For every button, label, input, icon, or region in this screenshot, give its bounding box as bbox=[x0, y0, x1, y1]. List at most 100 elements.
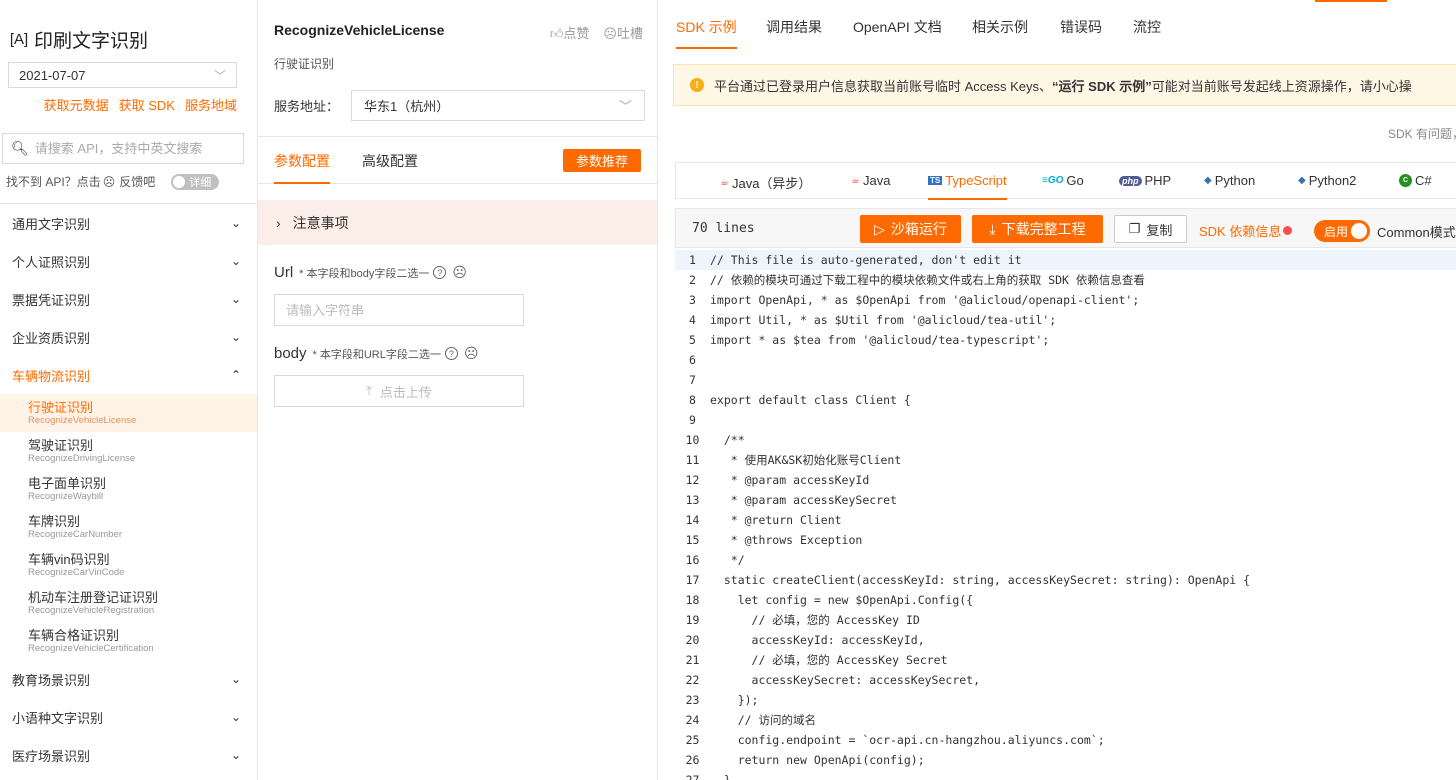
nav-item-recognize-car-number[interactable]: 车牌识别 RecognizeCarNumber bbox=[0, 508, 257, 546]
service-region-link[interactable]: 服务地域 bbox=[185, 95, 237, 114]
nav-category[interactable]: 企业资质识别 ⌄ bbox=[0, 318, 257, 356]
sdk-deps-link[interactable]: SDK 依赖信息 bbox=[1199, 221, 1293, 240]
nav-category[interactable]: 个人证照识别 ⌄ bbox=[0, 242, 257, 280]
copy-button[interactable]: ❐ 复制 bbox=[1114, 215, 1187, 243]
upload-label: 点击上传 bbox=[379, 384, 432, 400]
tab-call-result[interactable]: 调用结果 bbox=[766, 17, 822, 37]
line-number: 8 bbox=[689, 393, 696, 407]
line-number: 11 bbox=[685, 453, 700, 467]
lang-tab-go[interactable]: ≡GO Go bbox=[1042, 173, 1084, 188]
lang-tab-typescript[interactable]: TS TypeScript bbox=[928, 173, 1007, 200]
code-line: 7 bbox=[675, 370, 1456, 390]
lang-tab-php[interactable]: php PHP bbox=[1119, 173, 1171, 188]
nav-category-open[interactable]: 车辆物流识别 ⌃ bbox=[0, 356, 257, 394]
code-line: 4 import Util, * as $Util from '@alicloud… bbox=[675, 310, 1456, 330]
nav-item-api-name: RecognizeVehicleRegistration bbox=[28, 605, 155, 616]
lang-tab-csharp[interactable]: C C# bbox=[1399, 173, 1432, 188]
code-line: 13 * @param accessKeySecret bbox=[675, 490, 1456, 510]
version-date-select[interactable]: 2021-07-07 ﹀ bbox=[8, 62, 237, 88]
sdk-warning-banner: ! 平台通过已登录用户信息获取当前账号临时 Access Keys、 “运行 SD… bbox=[673, 64, 1456, 106]
param-body-upload-button[interactable]: ⤒ 点击上传 bbox=[274, 375, 524, 407]
tab-error-codes[interactable]: 错误码 bbox=[1060, 17, 1102, 37]
code-line: 27 } bbox=[675, 770, 1456, 780]
api-search-box[interactable]: 🔍︎ bbox=[2, 133, 244, 164]
nav-category-label: 医疗场景识别 bbox=[12, 748, 91, 764]
frown-icon[interactable]: ☹ bbox=[464, 345, 479, 362]
code-text: } bbox=[710, 773, 731, 780]
sidebar-header: [A] 印刷文字识别 2021-07-07 ﹀ 获取元数据 获取 SDK 服务地… bbox=[0, 0, 257, 122]
chevron-down-icon: ⌄ bbox=[230, 254, 241, 268]
sandbox-run-button[interactable]: ▷ 沙箱运行 bbox=[860, 215, 961, 243]
api-search-input[interactable] bbox=[34, 141, 225, 156]
detail-toggle[interactable]: 详细 bbox=[171, 173, 220, 190]
nav-item-recognize-vehicle-license[interactable]: 行驶证识别 RecognizeVehicleLicense bbox=[0, 394, 257, 432]
lang-tab-python2[interactable]: ◆ Python2 bbox=[1298, 173, 1356, 188]
line-number: 24 bbox=[685, 713, 700, 727]
tab-related-examples[interactable]: 相关示例 bbox=[972, 17, 1028, 37]
nav-item-recognize-car-vin-code[interactable]: 车辆vin码识别 RecognizeCarVinCode bbox=[0, 546, 257, 584]
tab-flow-control[interactable]: 流控 bbox=[1133, 17, 1161, 37]
line-number: 18 bbox=[685, 593, 700, 607]
copy-icon: ❐ bbox=[1128, 221, 1141, 236]
code-line: 25 config.endpoint = `ocr-api.cn-hangzho… bbox=[675, 730, 1456, 750]
get-sdk-link[interactable]: 获取 SDK bbox=[119, 95, 175, 114]
code-text: * @return Client bbox=[710, 513, 842, 527]
typescript-icon: TS bbox=[928, 176, 943, 185]
code-text: import OpenApi, * as $OpenApi from '@ali… bbox=[710, 293, 1140, 307]
chevron-down-icon: ⌄ bbox=[230, 216, 241, 230]
line-number: 2 bbox=[689, 273, 696, 287]
get-metadata-link[interactable]: 获取元数据 bbox=[44, 95, 109, 114]
feedback-link[interactable]: 反馈吧 bbox=[119, 173, 155, 190]
tab-openapi-doc[interactable]: OpenAPI 文档 bbox=[853, 17, 942, 37]
service-address-select[interactable]: 华东1（杭州） ﹀ bbox=[351, 90, 646, 121]
param-body-label-row: body * 本字段和URL字段二选一 ? ☹ bbox=[274, 345, 478, 362]
nav-category[interactable]: 医疗场景识别 ⌄ bbox=[0, 736, 257, 774]
code-line: 3 import OpenApi, * as $OpenApi from '@al… bbox=[675, 290, 1456, 310]
notice-collapse[interactable]: › 注意事项 bbox=[258, 200, 657, 245]
param-url-label-row: Url * 本字段和body字段二选一 ? ☹ bbox=[274, 264, 467, 281]
nav-category-label: 票据凭证识别 bbox=[12, 292, 91, 308]
nav-category[interactable]: 小语种文字识别 ⌄ bbox=[0, 698, 257, 736]
lang-tab-java-async[interactable]: ☕︎ Java（异步） bbox=[720, 173, 811, 192]
go-icon: ≡GO bbox=[1042, 175, 1064, 186]
tab-sdk-example[interactable]: SDK 示例 bbox=[676, 17, 737, 49]
tab-param-config[interactable]: 参数配置 bbox=[274, 151, 330, 184]
param-recommend-button[interactable]: 参数推荐 bbox=[563, 149, 641, 172]
code-text: // 访问的域名 bbox=[710, 713, 816, 727]
nav-item-recognize-driving-license[interactable]: 驾驶证识别 RecognizeDrivingLicense bbox=[0, 432, 257, 470]
lang-tab-java[interactable]: ☕︎ Java bbox=[851, 173, 890, 188]
sdk-question-link[interactable]: SDK 有问题， bbox=[1388, 125, 1456, 142]
help-icon[interactable]: ? bbox=[444, 347, 458, 360]
code-line: 11 * 使用AK&SK初始化账号Client bbox=[675, 450, 1456, 470]
lang-label: PHP bbox=[1144, 173, 1172, 188]
frown-icon[interactable]: ☹ bbox=[452, 264, 467, 281]
like-button[interactable]: 👍︎点赞 bbox=[550, 23, 590, 42]
nav-item-recognize-waybill[interactable]: 电子面单识别 RecognizeWaybill bbox=[0, 470, 257, 508]
feedback-hint: 找不到 API？点击 ☹ 反馈吧 详细 bbox=[6, 173, 220, 190]
nav-category[interactable]: 教育场景识别 ⌄ bbox=[0, 660, 257, 698]
code-editor[interactable]: 1 // This file is auto-generated, don't e… bbox=[675, 250, 1456, 780]
line-number: 23 bbox=[685, 693, 700, 707]
param-url-input[interactable] bbox=[274, 294, 524, 326]
nav-category[interactable]: 通用文字识别 ⌄ bbox=[0, 204, 257, 242]
common-mode-toggle[interactable]: 启用 bbox=[1314, 220, 1370, 242]
lang-label: Java bbox=[862, 173, 891, 188]
code-line: 18 let config = new $OpenApi.Config({ bbox=[675, 590, 1456, 610]
code-text: export default class Client { bbox=[710, 393, 911, 407]
lang-label: Python2 bbox=[1308, 173, 1357, 188]
tab-advanced-config[interactable]: 高级配置 bbox=[362, 151, 418, 171]
param-body-name: body bbox=[274, 345, 307, 362]
api-feedback: 👍︎点赞 ☹吐槽 bbox=[550, 23, 643, 42]
nav-item-recognize-vehicle-certification[interactable]: 车辆合格证识别 RecognizeVehicleCertification bbox=[0, 622, 257, 660]
complain-button[interactable]: ☹吐槽 bbox=[603, 23, 643, 42]
help-icon[interactable]: ? bbox=[433, 266, 447, 279]
nav-item-recognize-vehicle-registration[interactable]: 机动车注册登记证识别 RecognizeVehicleRegistration bbox=[0, 584, 257, 622]
lang-tab-python[interactable]: ◆ Python bbox=[1204, 173, 1255, 188]
download-project-button[interactable]: ⤓ 下载完整工程 bbox=[972, 215, 1103, 243]
line-number: 21 bbox=[685, 653, 700, 667]
nav-category[interactable]: 票据凭证识别 ⌄ bbox=[0, 280, 257, 318]
code-line: 23 }); bbox=[675, 690, 1456, 710]
api-category-nav: 通用文字识别 ⌄ 个人证照识别 ⌄ 票据凭证识别 ⌄ 企业资质识别 ⌄ 车辆物流识别 ⌃ … bbox=[0, 203, 257, 774]
code-text: */ bbox=[710, 553, 745, 567]
line-number: 9 bbox=[689, 413, 696, 427]
